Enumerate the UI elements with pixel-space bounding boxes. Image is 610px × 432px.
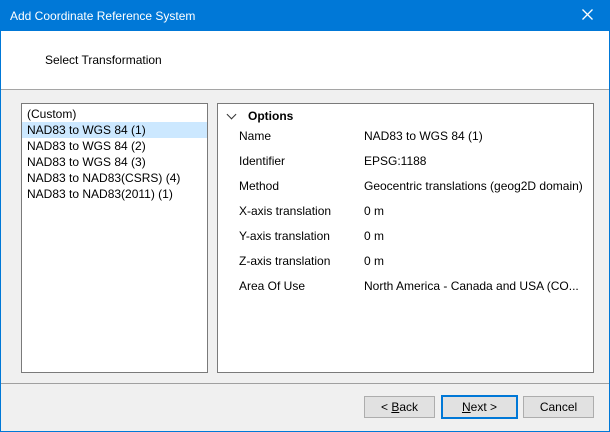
property-label: Identifier <box>239 154 364 168</box>
close-button[interactable] <box>565 1 609 31</box>
property-value: Geocentric translations (geog2D domain) <box>364 179 590 193</box>
property-value: NAD83 to WGS 84 (1) <box>364 129 590 143</box>
property-value: EPSG:1188 <box>364 154 590 168</box>
options-panel: Options Name NAD83 to WGS 84 (1) Identif… <box>217 103 594 373</box>
page-title: Select Transformation <box>45 53 162 67</box>
list-item-selected[interactable]: NAD83 to WGS 84 (1) <box>22 122 207 138</box>
options-title: Options <box>248 109 293 123</box>
property-row-name: Name NAD83 to WGS 84 (1) <box>239 123 590 148</box>
titlebar: Add Coordinate Reference System <box>1 1 609 31</box>
property-row-method: Method Geocentric translations (geog2D d… <box>239 173 590 198</box>
property-label: Z-axis translation <box>239 254 364 268</box>
property-value: North America - Canada and USA (CO... <box>364 279 590 293</box>
add-crs-dialog: Add Coordinate Reference System Select T… <box>0 0 610 432</box>
property-row-z-translation: Z-axis translation 0 m <box>239 248 590 273</box>
property-value: 0 m <box>364 229 590 243</box>
options-header[interactable]: Options <box>226 109 293 123</box>
property-label: Y-axis translation <box>239 229 364 243</box>
back-button[interactable]: < Back <box>364 396 435 418</box>
list-item-custom[interactable]: (Custom) <box>22 106 207 122</box>
list-item[interactable]: NAD83 to WGS 84 (3) <box>22 154 207 170</box>
property-label: Area Of Use <box>239 279 364 293</box>
property-row-identifier: Identifier EPSG:1188 <box>239 148 590 173</box>
button-bar-divider <box>1 383 609 384</box>
property-row-area-of-use: Area Of Use North America - Canada and U… <box>239 273 590 298</box>
list-item[interactable]: NAD83 to WGS 84 (2) <box>22 138 207 154</box>
property-value: 0 m <box>364 204 590 218</box>
transformation-list[interactable]: (Custom) NAD83 to WGS 84 (1) NAD83 to WG… <box>21 103 208 373</box>
list-item[interactable]: NAD83 to NAD83(CSRS) (4) <box>22 170 207 186</box>
property-value: 0 m <box>364 254 590 268</box>
close-icon <box>581 8 594 24</box>
options-properties: Name NAD83 to WGS 84 (1) Identifier EPSG… <box>239 123 590 298</box>
property-row-y-translation: Y-axis translation 0 m <box>239 223 590 248</box>
cancel-button[interactable]: Cancel <box>523 396 594 418</box>
property-label: Method <box>239 179 364 193</box>
chevron-down-icon[interactable] <box>227 109 237 119</box>
window-title: Add Coordinate Reference System <box>10 9 195 23</box>
list-item[interactable]: NAD83 to NAD83(2011) (1) <box>22 186 207 202</box>
property-row-x-translation: X-axis translation 0 m <box>239 198 590 223</box>
next-button[interactable]: Next > <box>441 395 518 419</box>
property-label: Name <box>239 129 364 143</box>
wizard-header: Select Transformation <box>1 31 609 90</box>
property-label: X-axis translation <box>239 204 364 218</box>
